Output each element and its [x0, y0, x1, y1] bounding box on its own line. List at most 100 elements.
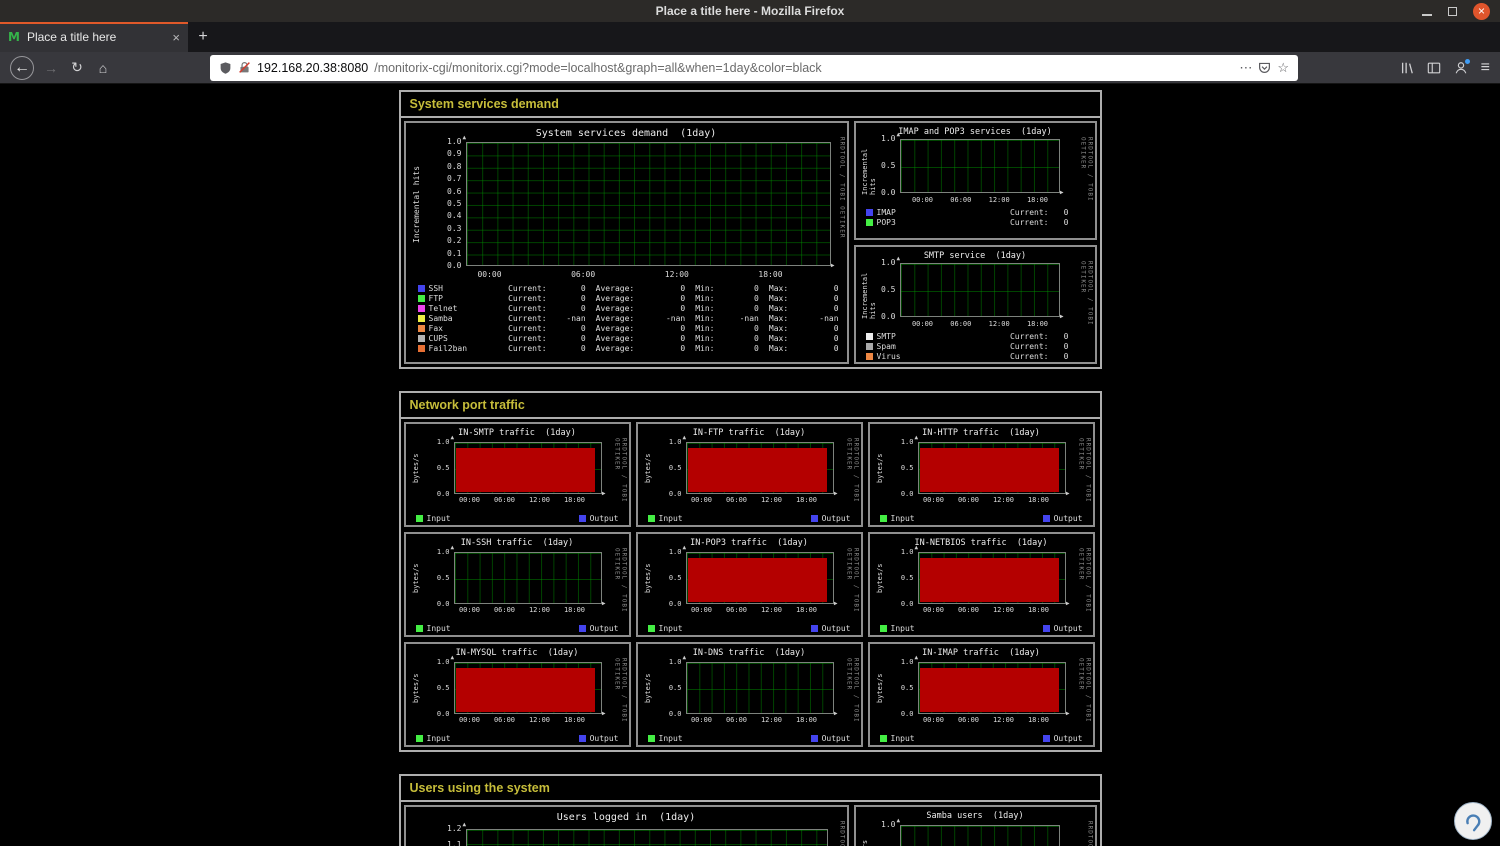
graph-legend: Input Output: [879, 514, 1083, 523]
input-label: Input: [426, 514, 451, 523]
network-port-graph[interactable]: IN-HTTP traffic (1day) bytes/s 1.0 0.5 0…: [867, 422, 1095, 527]
section-network-traffic: Network port traffic IN-SMTP traffic (1d…: [398, 391, 1102, 752]
url-input[interactable]: 192.168.20.38:8080 /monitorix-cgi/monito…: [210, 54, 1298, 81]
y-axis-ticks: 1.0 0.9 0.8 0.7 0.6 0.5 0.4 0.3 0.2 0.1 0.0: [434, 138, 462, 270]
maximize-button[interactable]: [1448, 6, 1457, 16]
axis-arrow-up: ▲: [896, 817, 901, 824]
legend-average-label: Average:: [595, 323, 635, 333]
y-axis-ticks: 1.0 0.5 0.0: [430, 548, 450, 608]
axis-arrow-up: ▲: [462, 134, 467, 141]
page-actions-icon[interactable]: ⋯: [1239, 60, 1252, 76]
network-port-graph[interactable]: IN-NETBIOS traffic (1day) bytes/s 1.0 0.…: [867, 532, 1095, 637]
x-tick: 00:00: [922, 606, 945, 614]
sidebar-toggle-icon[interactable]: [1427, 61, 1441, 75]
imap-pop3-graph[interactable]: IMAP and POP3 services (1day) Incrementa…: [853, 121, 1097, 240]
home-button[interactable]: ⌂: [92, 60, 114, 76]
legend-current-value: 0: [580, 283, 586, 293]
account-icon[interactable]: [1454, 58, 1470, 75]
tab-place-a-title-here[interactable]: M Place a title here ×: [0, 22, 188, 52]
network-port-graph[interactable]: IN-SMTP traffic (1day) bytes/s 1.0 0.5 0…: [403, 422, 631, 527]
output-color-swatch: [578, 515, 586, 522]
reload-button[interactable]: ↻: [66, 59, 88, 76]
x-tick: 06:00: [957, 496, 980, 504]
x-tick: 00:00: [477, 270, 502, 279]
navigation-toolbar: ← → ↻ ⌂ 192.168.20.38:8080 /monitorix-cg…: [0, 52, 1500, 84]
rrdtool-watermark: RRDTOOL / TOBI OETIKER: [845, 438, 860, 503]
legend-series-name: Fax: [428, 323, 443, 333]
y-tick: 0.5: [881, 285, 896, 294]
legend-average-value: -nan: [665, 313, 686, 323]
axis-arrow-up: ▲: [914, 654, 919, 661]
graph-legend: Input Output: [647, 624, 851, 633]
legend-series-name: IMAP: [876, 207, 896, 217]
legend-current-value: 0: [1063, 217, 1069, 227]
input-color-swatch: [647, 515, 655, 522]
y-tick: 0.0: [668, 600, 682, 608]
input-legend-item: Input: [647, 624, 683, 633]
legend-average-value: 0: [680, 303, 686, 313]
page-viewport: System services demand System services d…: [0, 84, 1500, 846]
y-tick: 0.0: [447, 260, 462, 270]
plot-area: ▲ ▶: [683, 545, 838, 607]
back-button[interactable]: ←: [10, 55, 34, 80]
forward-button[interactable]: →: [40, 60, 62, 76]
legend-max-value: 0: [833, 293, 839, 303]
floating-logo-badge[interactable]: [1454, 802, 1492, 840]
axis-arrow-right: ▶: [833, 490, 838, 497]
legend-min-label: Min:: [695, 313, 715, 323]
y-axis-label: bytes/s: [875, 453, 884, 483]
legend-max-value: 0: [833, 343, 839, 353]
legend-max-value: 0: [833, 283, 839, 293]
network-port-graph[interactable]: IN-MYSQL traffic (1day) bytes/s 1.0 0.5 …: [403, 642, 631, 747]
network-port-graph[interactable]: IN-SSH traffic (1day) bytes/s 1.0 0.5 0.…: [403, 532, 631, 637]
legend-row: POP3 Current: 0: [865, 217, 1069, 227]
y-tick: 0.5: [436, 464, 450, 472]
input-color-swatch: [879, 735, 887, 742]
x-tick: 06:00: [725, 496, 748, 504]
library-icon[interactable]: [1400, 61, 1414, 75]
plot-area: ▲ ▶: [451, 435, 606, 497]
legend-row: Samba Current: -nan Average: -nan Min: -…: [417, 313, 839, 323]
bookmark-star-icon[interactable]: ☆: [1277, 60, 1289, 76]
output-legend-item: Output: [1042, 734, 1083, 743]
pocket-icon[interactable]: [1258, 61, 1271, 74]
output-legend-item: Output: [1042, 514, 1083, 523]
x-tick: 00:00: [458, 716, 481, 724]
x-tick: 00:00: [458, 606, 481, 614]
graph-title: IN-NETBIOS traffic (1day): [914, 538, 1048, 548]
network-port-graph[interactable]: IN-DNS traffic (1day) bytes/s 1.0 0.5 0.…: [635, 642, 863, 747]
smtp-graph[interactable]: SMTP service (1day) Incremental hits 1.0…: [853, 245, 1097, 364]
legend-min-value: 0: [754, 323, 759, 333]
x-tick: 00:00: [911, 320, 934, 328]
legend-series-name: Telnet: [428, 303, 458, 313]
input-color-swatch: [879, 515, 887, 522]
users-logged-in-graph[interactable]: Users logged in (1day) 1.2 1.1 ▲ RRDTOOL …: [403, 805, 849, 846]
y-axis-ticks: 1.2 1.1: [434, 824, 461, 846]
legend-current-label: Current:: [508, 323, 547, 333]
x-tick: 06:00: [957, 716, 980, 724]
x-tick: 06:00: [725, 606, 748, 614]
rrdtool-watermark: RRDTOOL / TOBI OETIKER: [845, 548, 860, 613]
samba-users-graph[interactable]: Samba users (1day) Users 1.00.5 ▲ RRDTOO…: [853, 805, 1097, 846]
x-axis-ticks: 00:00 06:00 12:00 18:00: [457, 496, 588, 504]
tracking-protection-shield-icon[interactable]: [219, 61, 232, 75]
axis-arrow-up: ▲: [450, 654, 455, 661]
network-port-graph[interactable]: IN-FTP traffic (1day) bytes/s 1.0 0.5 0.…: [635, 422, 863, 527]
network-port-graph[interactable]: IN-POP3 traffic (1day) bytes/s 1.0 0.5 0…: [635, 532, 863, 637]
axis-arrow-up: ▲: [896, 131, 901, 138]
hamburger-menu-icon[interactable]: ≡: [1481, 59, 1490, 77]
x-tick: 12:00: [664, 270, 689, 279]
new-tab-button[interactable]: +: [188, 22, 218, 52]
legend-current-value: 0: [1063, 207, 1069, 217]
tab-close-icon[interactable]: ×: [172, 30, 180, 45]
minimize-button[interactable]: [1422, 6, 1432, 16]
network-port-graph[interactable]: IN-IMAP traffic (1day) bytes/s 1.0 0.5 0…: [867, 642, 1095, 747]
legend-row: FTP Current: 0 Average: 0 Min: 0 Max: 0: [417, 293, 839, 303]
close-button[interactable]: ×: [1473, 2, 1490, 20]
legend-series-name: SSH: [428, 283, 443, 293]
y-axis-label: bytes/s: [411, 673, 420, 703]
y-tick: 0.5: [668, 574, 682, 582]
services-demand-graph[interactable]: System services demand (1day) Incrementa…: [403, 121, 849, 364]
insecure-lock-icon[interactable]: [238, 61, 251, 74]
graph-title: IN-DNS traffic (1day): [692, 648, 806, 658]
